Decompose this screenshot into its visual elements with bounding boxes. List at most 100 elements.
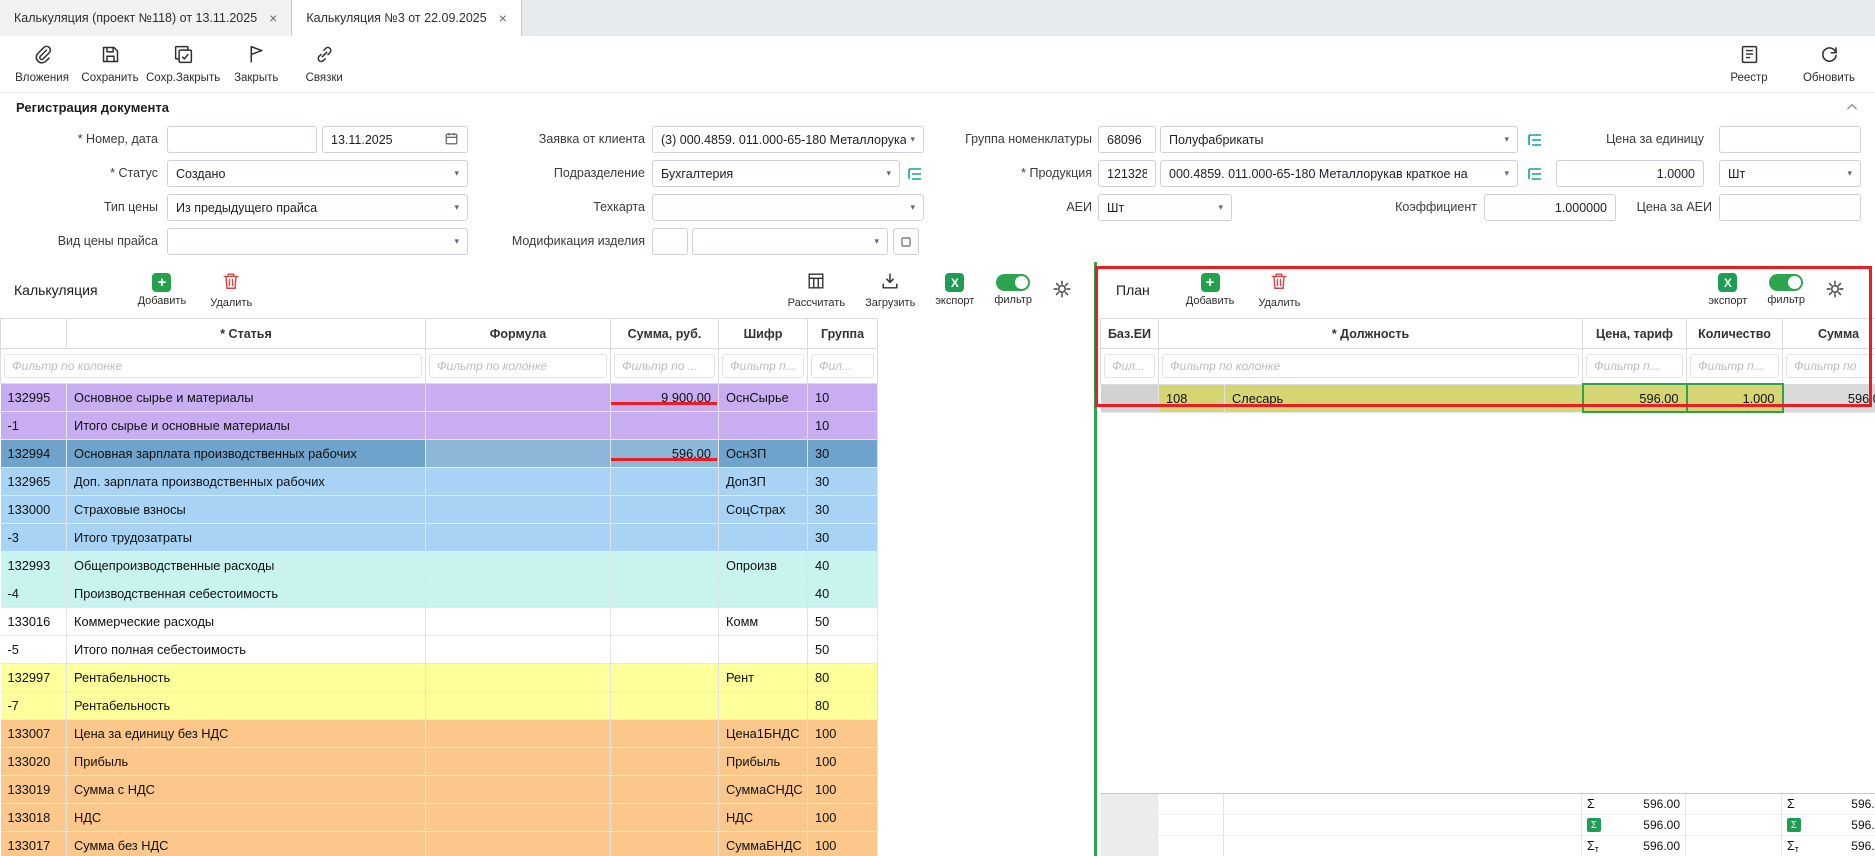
toggle-switch-icon[interactable] [1769, 274, 1803, 291]
calc-delete-button[interactable]: Удалить [210, 271, 252, 309]
calc-add-button[interactable]: + Добавить [138, 273, 187, 307]
calc-cell-group[interactable]: 100 [808, 804, 878, 832]
calc-cell-id[interactable]: -1 [1, 412, 67, 440]
calc-cell-group[interactable]: 10 [808, 384, 878, 412]
calc-cell-formula[interactable] [426, 412, 611, 440]
calc-filter-code-input[interactable] [722, 354, 804, 378]
calc-cell-sum[interactable] [611, 832, 719, 856]
calc-cell-id[interactable]: 132997 [1, 664, 67, 692]
quantity-input[interactable]: 1.0000 [1556, 160, 1704, 187]
calc-cell-id[interactable]: -5 [1, 636, 67, 664]
calc-cell-sum[interactable] [611, 692, 719, 720]
calc-cell-id[interactable]: 132993 [1, 552, 67, 580]
calc-cell-article[interactable]: Доп. зарплата производственных рабочих [67, 468, 426, 496]
calc-cell-sum[interactable] [611, 776, 719, 804]
links-button[interactable]: Связки [292, 38, 356, 90]
aei-select[interactable]: Шт▾ [1098, 194, 1232, 221]
calc-cell-formula[interactable] [426, 748, 611, 776]
department-select[interactable]: Бухгалтерия▾ [652, 160, 900, 187]
calc-filter-sum-input[interactable] [614, 354, 715, 378]
plan-col-position-header[interactable]: * Должность [1159, 319, 1583, 349]
calc-cell-sum[interactable]: 9 900.00 [611, 384, 719, 412]
calc-cell-formula[interactable] [426, 552, 611, 580]
calc-cell-group[interactable]: 50 [808, 636, 878, 664]
calc-cell-article[interactable]: Сумма с НДС [67, 776, 426, 804]
calc-filter-toggle[interactable]: фильтр [994, 274, 1032, 306]
calc-cell-code[interactable]: Прибыль [719, 748, 808, 776]
calc-cell-code[interactable]: ДопЗП [719, 468, 808, 496]
document-date-input[interactable]: 13.11.2025 [322, 126, 468, 153]
plan-cell-price[interactable]: 596.00 [1583, 384, 1687, 412]
plan-filter-price-input[interactable] [1586, 354, 1683, 378]
calc-cell-id[interactable]: 132965 [1, 468, 67, 496]
plan-col-sum-header[interactable]: Сумма [1783, 319, 1875, 349]
modification-select[interactable]: ▾ [692, 228, 888, 255]
nomenclature-group-select[interactable]: Полуфабрикаты▾ [1160, 126, 1518, 153]
calc-col-id-header[interactable] [1, 319, 67, 349]
calc-cell-group[interactable]: 30 [808, 496, 878, 524]
calc-cell-formula[interactable] [426, 832, 611, 856]
registry-button[interactable]: Реестр [1717, 38, 1781, 90]
calc-cell-id[interactable]: 133000 [1, 496, 67, 524]
calc-cell-code[interactable]: Комм [719, 608, 808, 636]
calc-table-row[interactable]: 132995Основное сырье и материалы9 900.00… [1, 384, 878, 412]
calc-cell-code[interactable]: Опроизв [719, 552, 808, 580]
calc-cell-formula[interactable] [426, 664, 611, 692]
calc-cell-id[interactable]: 133020 [1, 748, 67, 776]
calc-cell-formula[interactable] [426, 496, 611, 524]
calc-table-row[interactable]: 133016Коммерческие расходыКомм50 [1, 608, 878, 636]
production-select[interactable]: 000.4859. 011.000-65-180 Металлорукав кр… [1160, 160, 1518, 187]
production-tree-button[interactable] [1522, 160, 1548, 187]
calc-cell-formula[interactable] [426, 720, 611, 748]
price-type-select[interactable]: Из предыдущего прайса▾ [167, 194, 468, 221]
calc-cell-code[interactable]: СоцСтрах [719, 496, 808, 524]
calc-cell-id[interactable]: 133018 [1, 804, 67, 832]
calc-cell-code[interactable]: Рент [719, 664, 808, 692]
calc-cell-group[interactable]: 40 [808, 580, 878, 608]
calc-cell-id[interactable]: -3 [1, 524, 67, 552]
calc-cell-article[interactable]: Прибыль [67, 748, 426, 776]
collapse-section-icon[interactable] [1845, 100, 1859, 114]
calc-cell-group[interactable]: 80 [808, 664, 878, 692]
calc-cell-group[interactable]: 100 [808, 832, 878, 856]
plan-export-excel-button[interactable]: X экспорт [1708, 273, 1747, 307]
calc-cell-formula[interactable] [426, 384, 611, 412]
calc-cell-article[interactable]: Цена за единицу без НДС [67, 720, 426, 748]
calc-table-row[interactable]: 132993Общепроизводственные расходыОпроиз… [1, 552, 878, 580]
calc-cell-article[interactable]: НДС [67, 804, 426, 832]
department-tree-button[interactable] [902, 160, 928, 187]
calc-table-row[interactable]: -1Итого сырье и основные материалы10 [1, 412, 878, 440]
calc-cell-id[interactable]: -7 [1, 692, 67, 720]
calc-filter-formula-input[interactable] [429, 354, 607, 378]
calc-cell-group[interactable]: 40 [808, 552, 878, 580]
calc-table-row[interactable]: -5Итого полная себестоимость 50 [1, 636, 878, 664]
calc-cell-group[interactable]: 30 [808, 440, 878, 468]
calc-cell-sum[interactable] [611, 804, 719, 832]
plan-col-price-header[interactable]: Цена, тариф [1583, 319, 1687, 349]
calc-calculate-button[interactable]: Рассчитать [788, 271, 845, 309]
panel-splitter[interactable] [1094, 262, 1097, 856]
calc-cell-sum[interactable] [611, 608, 719, 636]
calc-cell-article[interactable]: Итого полная себестоимость [67, 636, 426, 664]
calc-cell-formula[interactable] [426, 608, 611, 636]
production-code-input[interactable]: 121328 [1098, 160, 1156, 187]
calc-cell-article[interactable]: Итого сырье и основные материалы [67, 412, 426, 440]
close-tab-icon[interactable]: × [499, 11, 507, 25]
calc-table-row[interactable]: 133007Цена за единицу без НДСЦена1БНДС10… [1, 720, 878, 748]
plan-filter-quantity-input[interactable] [1690, 354, 1779, 378]
calc-cell-id[interactable]: 132995 [1, 384, 67, 412]
plan-filter-toggle[interactable]: фильтр [1767, 274, 1805, 306]
calc-table-row[interactable]: -4Производственная себестоимость40 [1, 580, 878, 608]
calc-cell-id[interactable]: 133016 [1, 608, 67, 636]
calc-cell-article[interactable]: Производственная себестоимость [67, 580, 426, 608]
calc-cell-group[interactable]: 100 [808, 748, 878, 776]
modification-open-button[interactable] [893, 228, 919, 255]
plan-add-button[interactable]: + Добавить [1186, 273, 1235, 307]
calc-cell-code[interactable]: Цена1БНДС [719, 720, 808, 748]
plan-cell-position[interactable]: Слесарь [1225, 384, 1583, 412]
calc-cell-sum[interactable]: 596.00 [611, 440, 719, 468]
close-tab-icon[interactable]: × [269, 11, 277, 25]
calc-table-row[interactable]: -7Рентабельность80 [1, 692, 878, 720]
calc-cell-code[interactable] [719, 692, 808, 720]
calc-col-code-header[interactable]: Шифр [719, 319, 808, 349]
